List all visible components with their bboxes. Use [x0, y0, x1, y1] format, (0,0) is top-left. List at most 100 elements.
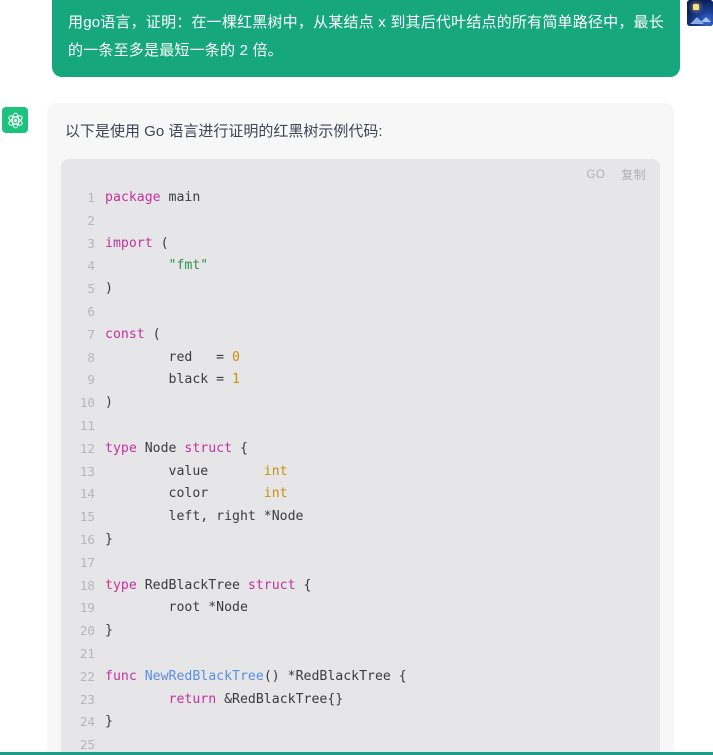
- code-content[interactable]: 1 package main 2 3 import (4 "fmt" 5) 6 7 cons…: [61, 187, 660, 755]
- code-line: 23 return &RedBlackTree{}: [61, 689, 660, 712]
- code-block-toolbar: GO 复制: [586, 166, 646, 183]
- assistant-response-card: 以下是使用 Go 语言进行证明的红黑树示例代码: GO 复制 1 package …: [47, 103, 674, 755]
- code-line-text: left, right *Node: [105, 506, 660, 529]
- code-token: (: [144, 326, 161, 342]
- code-token: color: [105, 486, 264, 502]
- code-line: 22 func NewRedBlackTree() *RedBlackTree {: [61, 666, 660, 689]
- code-token: int: [263, 486, 288, 502]
- code-line: 2: [61, 210, 660, 233]
- code-line-number: 13: [79, 463, 95, 479]
- code-line-text: }: [105, 529, 660, 552]
- code-line-number: 15: [79, 509, 95, 525]
- code-token: (: [152, 235, 169, 251]
- code-line-text: root *Node: [105, 597, 660, 620]
- code-line: 13 value int: [61, 461, 660, 484]
- code-line: 9 black = 1: [61, 369, 660, 392]
- code-line: 16}: [61, 529, 660, 552]
- code-token: RedBlackTree: [136, 577, 248, 593]
- code-line: 3 import (: [61, 233, 660, 256]
- code-token: black =: [105, 372, 233, 388]
- code-line-number: 20: [79, 623, 95, 639]
- code-token: import: [105, 235, 153, 251]
- code-line-number: 24: [79, 714, 95, 730]
- code-line-number: 11: [79, 417, 95, 433]
- code-language-label: GO: [586, 168, 606, 181]
- code-token: }: [105, 623, 113, 639]
- code-line-number: 1: [87, 190, 95, 205]
- code-line-number: 16: [79, 531, 95, 547]
- code-line: 24}: [61, 711, 660, 734]
- code-line-text: "fmt": [105, 255, 660, 278]
- code-line: 20}: [61, 620, 660, 643]
- code-token: package: [105, 190, 161, 205]
- code-token: Node: [136, 440, 185, 456]
- code-line-text: return &RedBlackTree{}: [105, 689, 660, 712]
- assistant-intro-text: 以下是使用 Go 语言进行证明的红黑树示例代码:: [65, 123, 383, 140]
- code-token: int: [263, 463, 288, 479]
- user-avatar[interactable]: [687, 0, 713, 26]
- code-token: }: [105, 714, 113, 730]
- code-line: 11: [61, 415, 660, 438]
- code-line-number: 6: [87, 303, 95, 319]
- code-line-number: 2: [87, 212, 95, 228]
- code-token: ): [105, 395, 113, 411]
- code-line-number: 5: [87, 281, 95, 297]
- copy-code-button[interactable]: 复制: [621, 166, 646, 183]
- code-line-text: package main: [105, 187, 660, 210]
- code-line-number: 12: [79, 440, 95, 456]
- user-message-turn: 用go语言，证明：在一棵红黑树中，从某结点 x 到其后代叶结点的所有简单路径中，…: [0, 0, 713, 77]
- code-token: }: [105, 531, 113, 547]
- code-line-number: 22: [79, 668, 95, 684]
- code-line: 10): [61, 392, 660, 415]
- code-line-text: value int: [105, 461, 660, 484]
- code-token: 0: [232, 349, 240, 365]
- code-token: func: [105, 668, 137, 684]
- code-line: 5): [61, 278, 660, 301]
- chat-scroll-area[interactable]: 用go语言，证明：在一棵红黑树中，从某结点 x 到其后代叶结点的所有简单路径中，…: [0, 0, 713, 755]
- code-line: 18 type RedBlackTree struct {: [61, 575, 660, 598]
- code-line: 21: [61, 643, 660, 666]
- code-line-text: ): [105, 392, 660, 415]
- code-token: () *RedBlackTree {: [263, 668, 407, 684]
- code-line-text: type Node struct {: [105, 438, 660, 461]
- code-line-text: const (: [105, 324, 660, 347]
- code-line: 17: [61, 552, 660, 575]
- code-line-text: ): [105, 278, 660, 301]
- code-line-number: 18: [79, 577, 95, 593]
- mountain-secondary-icon: [701, 17, 711, 22]
- code-line-text: import (: [105, 233, 660, 256]
- code-token: main: [160, 190, 201, 205]
- code-line: 12 type Node struct {: [61, 438, 660, 461]
- code-token: {: [232, 440, 248, 456]
- code-token: &RedBlackTree{}: [216, 691, 344, 707]
- code-line: 4 "fmt": [61, 255, 660, 278]
- code-line: 6: [61, 301, 660, 324]
- code-token: type: [105, 577, 137, 593]
- code-line: 7 const (: [61, 324, 660, 347]
- code-line-text: type RedBlackTree struct {: [105, 575, 660, 598]
- code-token: struct: [184, 440, 233, 456]
- code-token: NewRedBlackTree: [144, 668, 264, 684]
- code-line-text: red = 0: [105, 347, 660, 370]
- code-token: return: [168, 691, 217, 707]
- code-line: 19 root *Node: [61, 597, 660, 620]
- code-token: type: [105, 440, 137, 456]
- assistant-message-turn: 以下是使用 Go 语言进行证明的红黑树示例代码: GO 复制 1 package …: [0, 103, 713, 755]
- code-line: 1 package main: [61, 187, 660, 210]
- moon-icon: [693, 4, 699, 10]
- code-line-number: 10: [79, 395, 95, 411]
- code-line-number: 23: [79, 691, 95, 707]
- code-line-text: black = 1: [105, 369, 660, 392]
- code-line-number: 19: [79, 600, 95, 616]
- assistant-avatar[interactable]: [2, 107, 28, 133]
- code-token: const: [105, 326, 145, 342]
- code-line-number: 4: [87, 258, 95, 274]
- code-line-number: 17: [79, 554, 95, 570]
- code-line-number: 21: [79, 645, 95, 661]
